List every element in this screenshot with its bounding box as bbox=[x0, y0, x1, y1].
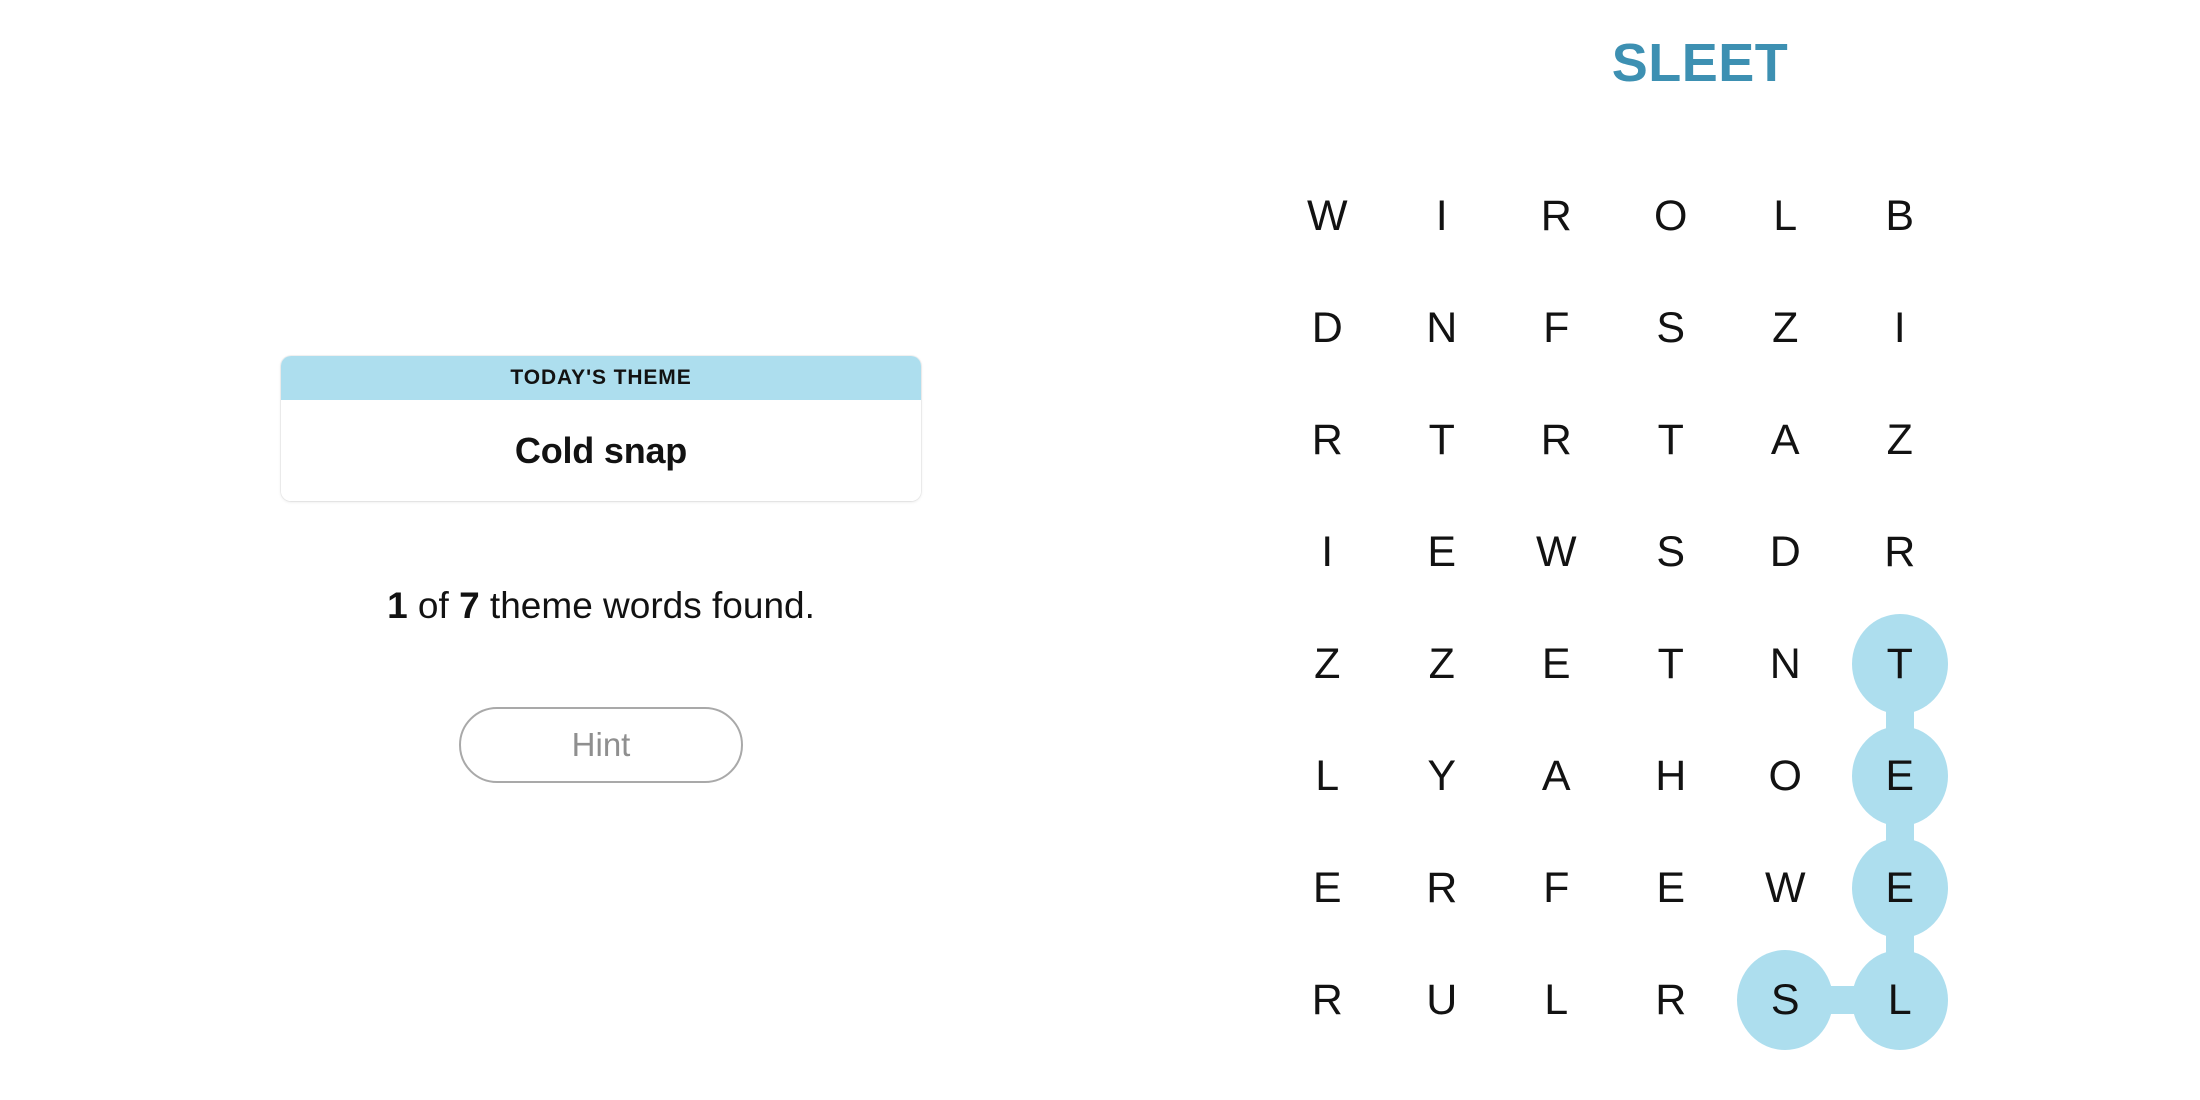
grid-cell[interactable]: L bbox=[1499, 944, 1614, 1056]
total-count: 7 bbox=[459, 585, 480, 626]
grid-cell[interactable]: N bbox=[1385, 272, 1500, 384]
grid-cell[interactable]: I bbox=[1843, 272, 1958, 384]
grid-cell[interactable]: W bbox=[1499, 496, 1614, 608]
info-panel: TODAY'S THEME Cold snap 1 of 7 theme wor… bbox=[0, 0, 1200, 1100]
grid-cell[interactable]: T bbox=[1614, 384, 1729, 496]
grid-cell[interactable]: S bbox=[1728, 944, 1843, 1056]
grid-cell[interactable]: A bbox=[1499, 720, 1614, 832]
grid-cell[interactable]: L bbox=[1728, 160, 1843, 272]
grid-cell[interactable]: R bbox=[1843, 496, 1958, 608]
grid-cell[interactable]: D bbox=[1728, 496, 1843, 608]
theme-card-header-label: TODAY'S THEME bbox=[510, 366, 692, 389]
grid-cell[interactable]: E bbox=[1614, 832, 1729, 944]
grid-cell[interactable]: R bbox=[1499, 384, 1614, 496]
found-count: 1 bbox=[387, 585, 408, 626]
grid-cell[interactable]: T bbox=[1385, 384, 1500, 496]
progress-suffix-text: theme words found. bbox=[479, 585, 815, 626]
grid-cell[interactable]: E bbox=[1843, 720, 1958, 832]
grid-cell[interactable]: F bbox=[1499, 832, 1614, 944]
grid-cell[interactable]: L bbox=[1270, 720, 1385, 832]
grid-cell[interactable]: D bbox=[1270, 272, 1385, 384]
grid-cell[interactable]: T bbox=[1614, 608, 1729, 720]
grid-cell[interactable]: I bbox=[1385, 160, 1500, 272]
letter-grid-container: WIROLBDNFSZIRTRTAZIEWSDRZZETNTLYAHOEERFE… bbox=[1270, 160, 1958, 1060]
grid-cell[interactable]: R bbox=[1499, 160, 1614, 272]
theme-words-progress: 1 of 7 theme words found. bbox=[281, 585, 921, 627]
grid-cell[interactable]: Z bbox=[1270, 608, 1385, 720]
grid-cell[interactable]: S bbox=[1614, 272, 1729, 384]
grid-cell[interactable]: L bbox=[1843, 944, 1958, 1056]
grid-cell[interactable]: R bbox=[1270, 944, 1385, 1056]
grid-cell[interactable]: Z bbox=[1728, 272, 1843, 384]
grid-cell[interactable]: T bbox=[1843, 608, 1958, 720]
grid-cell[interactable]: U bbox=[1385, 944, 1500, 1056]
found-word-banner: SLEET bbox=[1611, 33, 1789, 93]
theme-card-header: TODAY'S THEME bbox=[281, 356, 921, 400]
grid-cell[interactable]: E bbox=[1843, 832, 1958, 944]
grid-cell[interactable]: W bbox=[1728, 832, 1843, 944]
grid-cell[interactable]: E bbox=[1385, 496, 1500, 608]
grid-cell[interactable]: E bbox=[1270, 832, 1385, 944]
grid-cell[interactable]: O bbox=[1614, 160, 1729, 272]
grid-cell[interactable]: F bbox=[1499, 272, 1614, 384]
grid-cell[interactable]: E bbox=[1499, 608, 1614, 720]
letter-grid[interactable]: WIROLBDNFSZIRTRTAZIEWSDRZZETNTLYAHOEERFE… bbox=[1270, 160, 1958, 1060]
grid-cell[interactable]: H bbox=[1614, 720, 1729, 832]
grid-cell[interactable]: R bbox=[1270, 384, 1385, 496]
grid-cell[interactable]: R bbox=[1614, 944, 1729, 1056]
grid-cell[interactable]: O bbox=[1728, 720, 1843, 832]
grid-cell[interactable]: Y bbox=[1385, 720, 1500, 832]
grid-cell[interactable]: Z bbox=[1843, 384, 1958, 496]
grid-cell[interactable]: N bbox=[1728, 608, 1843, 720]
hint-button[interactable]: Hint bbox=[459, 707, 743, 783]
grid-cell[interactable]: B bbox=[1843, 160, 1958, 272]
todays-theme-card: TODAY'S THEME Cold snap bbox=[281, 356, 921, 501]
grid-cell[interactable]: I bbox=[1270, 496, 1385, 608]
grid-cell[interactable]: R bbox=[1385, 832, 1500, 944]
grid-cell[interactable]: Z bbox=[1385, 608, 1500, 720]
grid-cell[interactable]: S bbox=[1614, 496, 1729, 608]
grid-cell[interactable]: W bbox=[1270, 160, 1385, 272]
progress-mid-text: of bbox=[407, 585, 460, 626]
word-search-game: TODAY'S THEME Cold snap 1 of 7 theme wor… bbox=[0, 0, 2200, 1100]
theme-card-body: Cold snap bbox=[281, 400, 921, 501]
theme-name: Cold snap bbox=[514, 429, 688, 471]
puzzle-panel: SLEET WIROLBDNFSZIRTRTAZIEWSDRZZETNTLYAH… bbox=[1200, 0, 2200, 1100]
grid-cell[interactable]: A bbox=[1728, 384, 1843, 496]
